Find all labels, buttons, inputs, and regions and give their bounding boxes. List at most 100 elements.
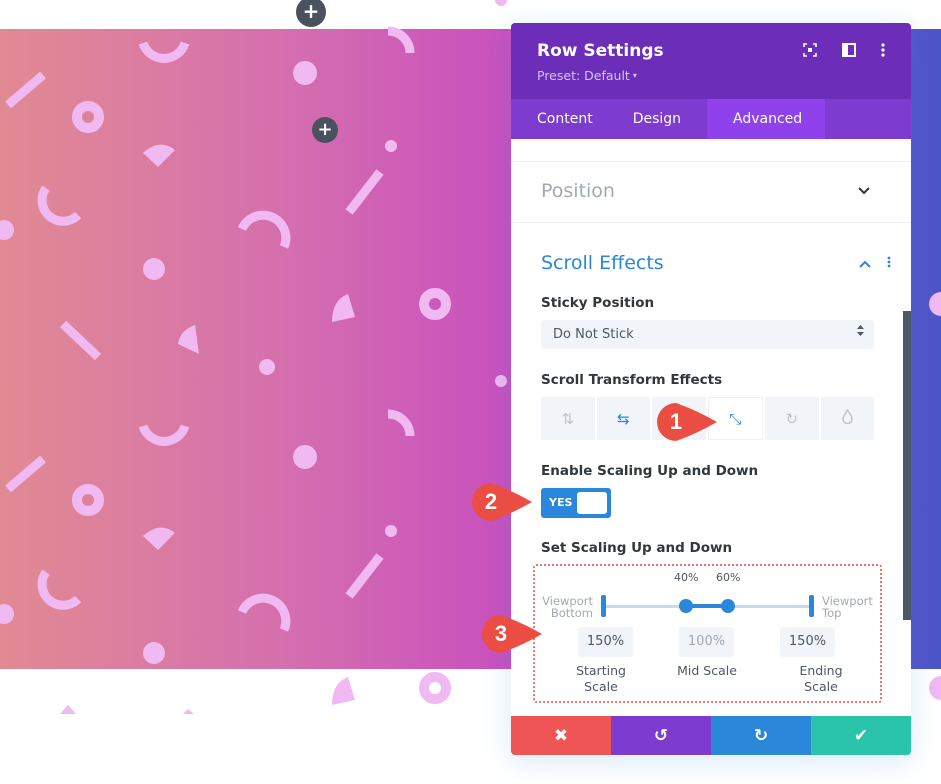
tab-content[interactable]: Content bbox=[511, 99, 619, 139]
shape-wedge bbox=[60, 705, 76, 714]
shape-dot bbox=[385, 525, 397, 537]
viewport-bottom-line2: Bottom bbox=[550, 606, 593, 620]
discard-button[interactable]: ✖ bbox=[511, 716, 611, 755]
shape-bar bbox=[5, 71, 46, 109]
shape-arc bbox=[387, 26, 415, 54]
tab-design[interactable]: Design bbox=[619, 99, 707, 139]
shape-bar bbox=[345, 169, 384, 215]
mid-scale-input[interactable]: 100% bbox=[679, 627, 734, 657]
shape-dot bbox=[259, 359, 275, 375]
vertical-motion-icon: ⇅ bbox=[561, 409, 575, 428]
ending-scale-label-line1: Ending bbox=[799, 663, 843, 678]
sticky-position-label: Sticky Position bbox=[541, 295, 655, 311]
effect-rotating[interactable]: ↻ bbox=[765, 397, 819, 440]
starting-scale-label: Starting Scale bbox=[566, 663, 636, 695]
ending-scale-label: Ending Scale bbox=[786, 663, 856, 695]
range-start-handle[interactable] bbox=[601, 595, 606, 617]
add-row-button[interactable]: + bbox=[312, 117, 338, 143]
shape-arc bbox=[37, 185, 82, 226]
fullscreen-icon[interactable] bbox=[801, 43, 819, 61]
chevron-down-icon bbox=[858, 184, 870, 199]
panel-title: Row Settings bbox=[537, 41, 664, 61]
shape-arc bbox=[138, 424, 190, 446]
shape-arc bbox=[237, 210, 291, 249]
undo-icon: ↺ bbox=[653, 725, 669, 746]
shape-arc bbox=[387, 409, 415, 437]
effect-vertical-motion[interactable]: ⇅ bbox=[541, 397, 595, 440]
plus-icon: + bbox=[317, 119, 333, 140]
shape-wedge bbox=[332, 294, 355, 322]
starting-scale-input[interactable]: 150% bbox=[578, 627, 633, 657]
panel-header[interactable]: Row Settings Preset: Default ▾ bbox=[511, 23, 911, 99]
section-options-icon[interactable] bbox=[887, 256, 891, 272]
toggle-yes-text: YES bbox=[549, 496, 573, 509]
more-options-icon[interactable] bbox=[874, 43, 892, 61]
redo-icon: ↻ bbox=[753, 725, 769, 746]
callout-number: 2 bbox=[484, 489, 498, 514]
set-scaling-label: Set Scaling Up and Down bbox=[541, 540, 733, 556]
save-button[interactable]: ✔ bbox=[811, 716, 911, 755]
shape-bar bbox=[5, 455, 46, 493]
shape-dot bbox=[293, 445, 317, 469]
panel-footer: ✖ ↺ ↻ ✔ bbox=[511, 716, 911, 755]
shape-wedge bbox=[143, 527, 175, 550]
ending-scale-label-line2: Scale bbox=[804, 679, 838, 694]
range-end-handle[interactable] bbox=[809, 595, 814, 617]
effect-blur[interactable] bbox=[820, 397, 874, 440]
position-section-toggle[interactable]: Position bbox=[511, 161, 911, 222]
plus-icon: + bbox=[302, 0, 320, 23]
settings-tabs: Content Design Advanced bbox=[511, 99, 911, 139]
shape-dot bbox=[495, 375, 507, 387]
callout-number: 3 bbox=[494, 621, 508, 646]
effect-horizontal-motion[interactable]: ⇆ bbox=[596, 397, 650, 440]
ending-scale-input[interactable]: 150% bbox=[780, 627, 835, 657]
panel-scrollbar[interactable] bbox=[903, 311, 911, 620]
split-view-icon[interactable] bbox=[840, 43, 858, 61]
shape-dot bbox=[143, 642, 165, 664]
redo-button[interactable]: ↻ bbox=[711, 716, 811, 755]
scroll-effects-section-toggle[interactable]: Scroll Effects bbox=[511, 222, 911, 282]
page-builder-canvas: + + Row Settings Preset: Default ▾ Conten… bbox=[0, 0, 941, 784]
preset-selector[interactable]: Preset: Default ▾ bbox=[537, 68, 885, 83]
scaling-icon: ⤡ bbox=[729, 409, 742, 428]
shape-dot bbox=[495, 0, 507, 6]
shape-ring bbox=[419, 288, 451, 320]
scroll-transform-label: Scroll Transform Effects bbox=[541, 372, 723, 388]
toggle-knob bbox=[577, 492, 607, 514]
undo-button[interactable]: ↺ bbox=[611, 716, 711, 755]
shape-arc bbox=[37, 569, 82, 610]
mid-end-percent: 60% bbox=[716, 571, 741, 584]
enable-scaling-toggle[interactable]: YES bbox=[541, 488, 611, 518]
shape-bar bbox=[345, 553, 384, 599]
callout-marker-3: 3 bbox=[481, 614, 542, 654]
shape-wedge bbox=[332, 677, 355, 705]
shape-bar bbox=[59, 320, 102, 361]
check-icon: ✔ bbox=[853, 725, 869, 746]
shape-wedge bbox=[143, 144, 175, 167]
shape-dot bbox=[929, 292, 941, 316]
blur-drop-icon bbox=[841, 408, 853, 428]
starting-scale-label-line1: Starting bbox=[576, 663, 626, 678]
shape-dot bbox=[293, 61, 317, 85]
viewport-top-line2: Top bbox=[822, 606, 842, 620]
sticky-position-select[interactable]: Do Not Stick bbox=[541, 320, 874, 349]
rotate-icon: ↻ bbox=[785, 409, 799, 428]
viewport-top-label: Viewport Top bbox=[822, 595, 873, 619]
sticky-position-value: Do Not Stick bbox=[553, 327, 634, 342]
tab-advanced[interactable]: Advanced bbox=[707, 99, 826, 139]
shape-ring bbox=[419, 672, 451, 704]
shape-wedge bbox=[183, 709, 194, 714]
shape-arc bbox=[237, 593, 291, 632]
shape-dot bbox=[0, 220, 14, 240]
shape-ring bbox=[72, 101, 104, 133]
horizontal-motion-icon: ⇆ bbox=[616, 409, 630, 428]
shape-dot bbox=[929, 676, 941, 700]
mid-start-handle[interactable] bbox=[679, 599, 693, 613]
mid-end-handle[interactable] bbox=[721, 599, 735, 613]
position-section-title: Position bbox=[541, 180, 615, 202]
viewport-bottom-label: Viewport Bottom bbox=[541, 595, 593, 619]
shape-ring bbox=[72, 484, 104, 516]
scroll-effects-section-title: Scroll Effects bbox=[541, 252, 664, 274]
mid-start-percent: 40% bbox=[674, 571, 699, 584]
shape-dot bbox=[385, 140, 397, 152]
